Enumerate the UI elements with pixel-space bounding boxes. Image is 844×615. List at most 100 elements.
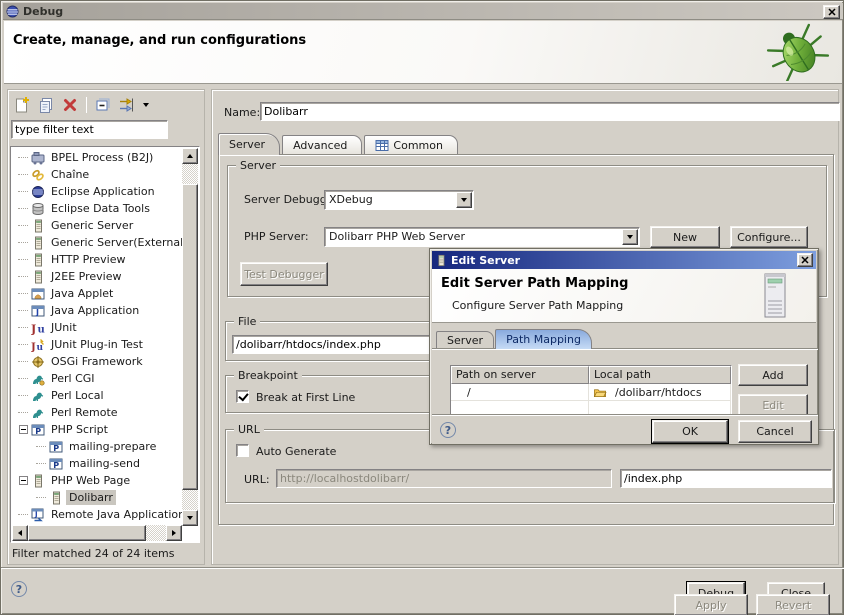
tree-item-label: BPEL Process (B2J) <box>48 150 156 165</box>
tab-server[interactable]: Server <box>218 133 280 155</box>
dropdown-button[interactable] <box>622 229 638 245</box>
svg-text:P: P <box>53 444 59 453</box>
tree-item-java-application[interactable]: JJava Application <box>12 302 182 319</box>
tab-path-mapping[interactable]: Path Mapping <box>495 329 592 349</box>
tree-vertical-scrollbar[interactable] <box>182 148 198 526</box>
dialog-titlebar: Edit Server <box>432 251 816 269</box>
edit-server-dialog: Edit Server Edit Server Path Mapping Con… <box>429 248 819 445</box>
svg-text:P: P <box>35 427 41 436</box>
collapse-expander-icon[interactable] <box>19 476 28 485</box>
cancel-button[interactable]: Cancel <box>738 420 812 443</box>
edit-mapping-button[interactable]: Edit <box>738 394 808 416</box>
dialog-banner: Edit Server Path Mapping Configure Serve… <box>432 269 816 323</box>
name-input[interactable] <box>260 102 840 121</box>
duplicate-configuration-button[interactable] <box>36 95 56 115</box>
tree-item-label: PHP Web Page <box>48 473 133 488</box>
dialog-button-bar: ? OK Cancel <box>432 414 818 444</box>
column-header-path-on-server[interactable]: Path on server <box>451 366 589 384</box>
scroll-right-button[interactable] <box>166 525 182 541</box>
filter-button[interactable] <box>117 95 137 115</box>
filter-icon <box>118 96 136 114</box>
tree-item-mailing-send[interactable]: Pmailing-send <box>12 455 182 472</box>
server-debugger-select[interactable]: XDebug <box>324 190 474 210</box>
dropdown-button[interactable] <box>456 192 472 208</box>
tree-item-junit-plug-in-test[interactable]: JuJUnit Plug-in Test <box>12 336 182 353</box>
new-server-button[interactable]: New <box>650 226 720 248</box>
tree-item-java-applet[interactable]: Java Applet <box>12 285 182 302</box>
tree-item-php-script[interactable]: PPHP Script <box>12 421 182 438</box>
window-close-button[interactable] <box>823 5 840 19</box>
scroll-down-button[interactable] <box>182 510 198 526</box>
perl-icon <box>31 389 45 403</box>
help-icon[interactable]: ? <box>440 422 456 438</box>
server-icon <box>49 491 63 505</box>
close-icon <box>828 8 836 16</box>
filter-input[interactable] <box>11 120 168 139</box>
break-first-line-checkbox[interactable] <box>236 390 249 403</box>
new-configuration-button[interactable] <box>12 95 32 115</box>
tree-item-label: mailing-prepare <box>66 439 159 454</box>
tree-item-junit[interactable]: JuJUnit <box>12 319 182 336</box>
junit-plugin-icon: Ju <box>31 338 45 352</box>
revert-button[interactable]: Revert <box>756 594 830 615</box>
add-mapping-button[interactable]: Add <box>738 364 808 386</box>
apply-button[interactable]: Apply <box>674 594 748 615</box>
tree-item-perl-cgi[interactable]: Perl CGI <box>12 370 182 387</box>
scroll-up-button[interactable] <box>182 148 198 164</box>
file-group-title: File <box>234 315 260 328</box>
configurations-toolbar <box>12 94 151 116</box>
filter-menu-dropdown[interactable] <box>141 95 151 115</box>
tree-item-perl-local[interactable]: Perl Local <box>12 387 182 404</box>
svg-text:J: J <box>35 308 39 317</box>
collapse-all-button[interactable] <box>93 95 113 115</box>
database-icon <box>31 202 45 216</box>
configure-server-button[interactable]: Configure... <box>730 226 808 248</box>
tree-connector <box>18 191 28 192</box>
auto-generate-checkbox[interactable] <box>236 444 249 457</box>
tree-connector <box>18 276 28 277</box>
duplicate-icon <box>37 96 55 114</box>
tree-connector <box>18 157 28 158</box>
test-debugger-button[interactable]: Test Debugger <box>240 262 328 286</box>
header-banner: Create, manage, and run configurations <box>4 21 842 84</box>
tree-item-j2ee-preview[interactable]: J2EE Preview <box>12 268 182 285</box>
tab-advanced[interactable]: Advanced <box>282 135 362 155</box>
ok-button[interactable]: OK <box>652 420 728 443</box>
tree-item-perl-remote[interactable]: Perl Remote <box>12 404 182 421</box>
table-row[interactable]: //dolibarr/htdocs <box>451 384 731 401</box>
svg-text:J: J <box>34 510 38 518</box>
horizontal-scroll-thumb[interactable] <box>28 525 146 541</box>
tab-common[interactable]: Common <box>364 135 458 155</box>
tree-item-dolibarr[interactable]: Dolibarr <box>12 489 182 506</box>
scroll-left-button[interactable] <box>12 525 28 541</box>
vertical-scroll-thumb[interactable] <box>182 184 198 490</box>
tree-item-label: Java Applet <box>48 286 116 301</box>
help-icon[interactable]: ? <box>11 581 27 597</box>
column-header-local-path[interactable]: Local path <box>589 366 731 384</box>
cell-path-on-server: / <box>451 384 589 400</box>
tree-item-eclipse-data-tools[interactable]: Eclipse Data Tools <box>12 200 182 217</box>
dialog-close-button[interactable] <box>797 253 813 267</box>
tree-item-http-preview[interactable]: HTTP Preview <box>12 251 182 268</box>
tree-item-php-web-page[interactable]: PHP Web Page <box>12 472 182 489</box>
tree-connector <box>18 259 28 260</box>
delete-configuration-button[interactable] <box>60 95 80 115</box>
tree-item-mailing-prepare[interactable]: Pmailing-prepare <box>12 438 182 455</box>
tree-item-cha-ne[interactable]: Chaîne <box>12 166 182 183</box>
tab-server-settings[interactable]: Server <box>436 331 494 349</box>
tree-item-label: OSGi Framework <box>48 354 146 369</box>
php-server-select[interactable]: Dolibarr PHP Web Server <box>324 227 640 247</box>
tree-horizontal-scrollbar[interactable] <box>12 525 182 541</box>
server-icon <box>31 270 45 284</box>
tree-item-bpel-process-b2j[interactable]: BPEL Process (B2J) <box>12 149 182 166</box>
tree-item-generic-server-external-la[interactable]: Generic Server(External La <box>12 234 182 251</box>
tree-item-eclipse-application[interactable]: Eclipse Application <box>12 183 182 200</box>
tree-connector <box>18 293 28 294</box>
tree-item-osgi-framework[interactable]: OSGi Framework <box>12 353 182 370</box>
tree-item-generic-server[interactable]: Generic Server <box>12 217 182 234</box>
tree-item-label: mailing-send <box>66 456 143 471</box>
tree-item-remote-java-application[interactable]: JRemote Java Application <box>12 506 182 523</box>
collapse-expander-icon[interactable] <box>19 425 28 434</box>
tree-item-label: Perl Remote <box>48 405 121 420</box>
url-path-input[interactable] <box>620 469 832 488</box>
